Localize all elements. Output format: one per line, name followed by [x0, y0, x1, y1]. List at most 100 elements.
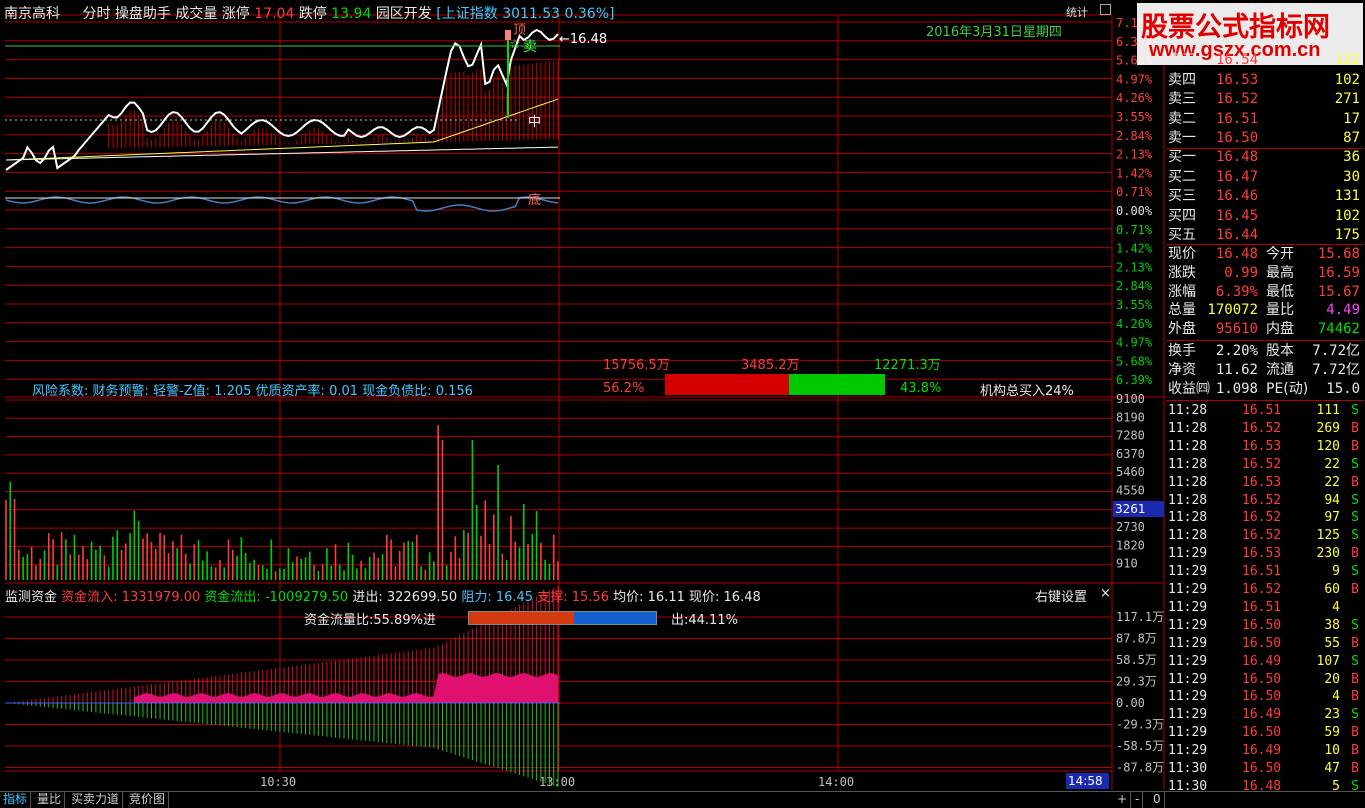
tick-volume: 125 [1316, 528, 1340, 544]
ask-volume: 122 [1334, 52, 1360, 68]
tick-price: 16.52 [1242, 510, 1282, 526]
tick-volume: 60 [1324, 582, 1340, 597]
tick-row[interactable]: 11:28 16.52 94 S [1166, 491, 1364, 510]
chart-canvas[interactable]: 7.10%6.39%5.68%4.97%4.26%3.55%2.84%2.13%… [0, 0, 1365, 808]
tick-time: 11:28 [1168, 438, 1208, 454]
zoom-control-1[interactable]: - [1132, 792, 1144, 808]
finance-value: 15.0 [1326, 380, 1360, 397]
tick-row[interactable]: 11:29 16.50 20 B [1166, 670, 1364, 689]
index-name[interactable]: [上证指数 [436, 6, 497, 22]
order-book-ask-row[interactable]: 卖一 16.50 87 [1166, 129, 1364, 148]
price-axis-label: 0.00% [1116, 204, 1153, 218]
order-book-ask-row[interactable]: 卖五 16.54 122 [1166, 51, 1364, 70]
sector-name[interactable]: 园区开发 [376, 6, 432, 22]
zoom-control-0[interactable]: + [1114, 792, 1132, 808]
order-book-ask-row[interactable]: 卖二 16.51 17 [1166, 110, 1364, 129]
tick-row[interactable]: 11:28 16.53 120 B [1166, 437, 1364, 456]
tick-time: 11:30 [1168, 761, 1208, 776]
tick-time: 11:29 [1168, 671, 1208, 687]
tick-row[interactable]: 11:29 16.50 55 B [1166, 634, 1364, 653]
tick-row[interactable]: 11:29 16.50 59 B [1166, 723, 1364, 742]
tick-row[interactable]: 11:29 16.51 4 [1166, 598, 1364, 617]
finance-row[interactable]: 换手 2.20% 股本 7.72亿 [1166, 342, 1364, 361]
tick-volume: 38 [1324, 617, 1340, 633]
tick-row[interactable]: 11:29 16.49 107 S [1166, 652, 1364, 671]
tick-time: 11:29 [1168, 689, 1208, 705]
order-book-bid-row[interactable]: 买三 16.46 131 [1166, 187, 1364, 206]
institution-buy-label: 机构总买入24% [980, 384, 1074, 399]
bottom-tab-3[interactable]: 竞价图 [126, 792, 170, 808]
stock-name[interactable]: 南京高科 [4, 6, 60, 22]
tick-time: 11:29 [1168, 582, 1208, 597]
maximize-icon[interactable] [1100, 4, 1111, 15]
quote-value: 0.99 [1224, 264, 1258, 281]
time-cursor-label: 14:58 [1066, 773, 1109, 789]
order-book-bid-row[interactable]: 买五 16.44 175 [1166, 226, 1364, 245]
bottom-tab-0[interactable]: 指标 [0, 792, 32, 808]
monitor-title: 监测资金 [5, 590, 58, 605]
chart-mode: 分时 [82, 6, 111, 22]
tick-row[interactable]: 11:29 16.52 60 B [1166, 580, 1364, 599]
finance-row[interactable]: 收益㈣ 1.098 PE(动) 15.0 [1166, 380, 1364, 399]
limit-down-label: 跌停 [298, 6, 327, 22]
tick-side: B [1351, 635, 1359, 651]
price-axis-label: 0.71% [1116, 185, 1153, 199]
quote-label: 最低 [1266, 283, 1294, 300]
tick-volume: 111 [1316, 403, 1340, 418]
tick-row[interactable]: 11:28 16.52 269 B [1166, 419, 1364, 438]
limit-up-value: 17.04 [254, 6, 295, 22]
order-book-bid-row[interactable]: 买二 16.47 30 [1166, 168, 1364, 187]
quote-label: 内盘 [1266, 321, 1294, 338]
fund-out-pct: 43.8% [900, 381, 942, 396]
bid-volume: 102 [1334, 207, 1360, 224]
tick-row[interactable]: 11:29 16.51 9 S [1166, 562, 1364, 581]
stats-button[interactable]: 统计 [1066, 4, 1088, 20]
quote-row[interactable]: 外盘 95610 内盘 74462 [1166, 320, 1364, 339]
quote-row[interactable]: 涨幅 6.39% 最低 15.67 [1166, 283, 1364, 302]
tick-row[interactable]: 11:30 16.50 47 B [1166, 759, 1364, 778]
close-icon[interactable]: × [1100, 586, 1111, 601]
tick-volume: 22 [1324, 456, 1340, 472]
order-book-ask-row[interactable]: 卖四 16.53 102 [1166, 71, 1364, 90]
tick-row[interactable]: 11:28 16.52 97 S [1166, 508, 1364, 527]
tick-time: 11:29 [1168, 707, 1208, 723]
volume-axis-label: 4550 [1116, 484, 1145, 498]
order-book-ask-row[interactable]: 卖三 16.52 271 [1166, 90, 1364, 109]
tick-time: 11:29 [1168, 725, 1208, 741]
tick-side: B [1351, 546, 1359, 562]
tick-row[interactable]: 11:29 16.49 23 S [1166, 705, 1364, 724]
resist-label: 阻力: [461, 590, 492, 605]
tick-row[interactable]: 11:29 16.53 230 B [1166, 544, 1364, 563]
quote-row[interactable]: 涨跌 0.99 最高 16.59 [1166, 264, 1364, 283]
tick-row[interactable]: 11:29 16.50 38 S [1166, 616, 1364, 635]
zoom-control-2[interactable]: 0 [1150, 792, 1165, 808]
tick-time: 11:29 [1168, 653, 1208, 669]
cash-label: 现金负债比: [362, 384, 432, 399]
volume-axis-label: 5460 [1116, 465, 1145, 479]
right-click-settings[interactable]: 右键设置 [1035, 586, 1087, 605]
tick-row[interactable]: 11:28 16.53 22 B [1166, 473, 1364, 492]
bottom-tab-2[interactable]: 买卖力道 [68, 792, 124, 808]
quote-row[interactable]: 现价 16.48 今开 15.68 [1166, 245, 1364, 264]
tick-row[interactable]: 11:28 16.52 22 S [1166, 455, 1364, 474]
avg-value: 16.11 [647, 590, 685, 605]
support-value: 15.56 [571, 590, 609, 605]
price-axis-label: 2.13% [1116, 148, 1153, 162]
tick-side: S [1351, 617, 1359, 633]
order-book-bid-row[interactable]: 买一 16.48 36 [1166, 148, 1364, 167]
quote-row[interactable]: 总量 170072 量比 4.49 [1166, 301, 1364, 320]
tick-price: 16.53 [1242, 438, 1282, 454]
ask-level-label: 卖三 [1168, 91, 1196, 107]
order-book-bid-row[interactable]: 买四 16.45 102 [1166, 207, 1364, 226]
tick-row[interactable]: 11:28 16.51 111 S [1166, 401, 1364, 420]
bid-volume: 36 [1343, 149, 1360, 165]
finance-row[interactable]: 净资 11.62 流通 7.72亿 [1166, 361, 1364, 380]
tick-row[interactable]: 11:28 16.52 125 S [1166, 526, 1364, 545]
warning-level: 轻警-Z值: [153, 384, 211, 399]
tick-row[interactable]: 11:29 16.50 4 B [1166, 687, 1364, 706]
bottom-tab-1[interactable]: 量比 [34, 792, 66, 808]
bottom-tab-bar: 指标 量比 买卖力道 竞价图 + -0 [0, 791, 1365, 808]
tick-time: 11:28 [1168, 492, 1208, 508]
tick-row[interactable]: 11:29 16.49 10 B [1166, 741, 1364, 760]
money-in-fill [469, 612, 574, 624]
